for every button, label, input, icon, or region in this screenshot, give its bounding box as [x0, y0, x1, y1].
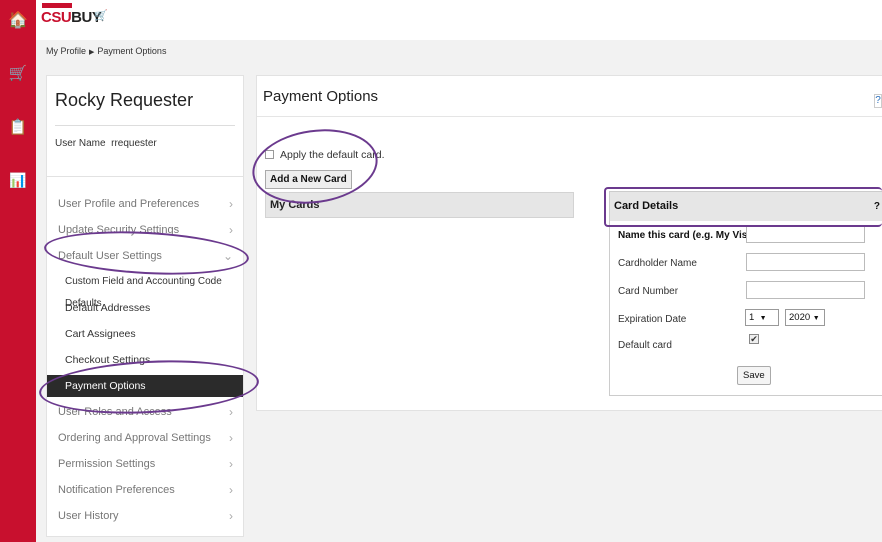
- breadcrumb-current: Payment Options: [97, 46, 167, 56]
- nav-ordering-approval[interactable]: Ordering and Approval Settings ›: [47, 427, 243, 449]
- chevron-right-icon: ›: [229, 197, 233, 211]
- help-icon[interactable]: ?: [874, 94, 882, 108]
- default-card-label: Default card: [618, 340, 672, 351]
- save-button[interactable]: Save: [737, 366, 771, 385]
- expiration-month-select[interactable]: 1 ▼: [745, 309, 779, 326]
- orders-icon[interactable]: 📋: [0, 118, 36, 136]
- divider: [55, 125, 235, 126]
- nav-custom-field-defaults[interactable]: Custom Field and Accounting Code Default…: [47, 271, 243, 309]
- nav-security-settings[interactable]: Update Security Settings ›: [47, 219, 243, 241]
- nav-user-roles[interactable]: User Roles and Access ›: [47, 401, 243, 423]
- my-cards-header: My Cards: [265, 192, 574, 218]
- username-label: User Name: [55, 138, 106, 149]
- card-nickname-input[interactable]: [746, 225, 865, 243]
- nav-default-user-settings[interactable]: Default User Settings ⌄: [47, 245, 243, 267]
- chevron-down-icon: ⌄: [222, 249, 233, 263]
- payment-options-panel: Payment Options ? Apply the default card…: [256, 75, 882, 411]
- nav-cart-assignees[interactable]: Cart Assignees: [47, 323, 243, 345]
- dropdown-arrow-icon: ▼: [812, 315, 820, 322]
- cardholder-name-label: Cardholder Name: [618, 258, 697, 269]
- add-new-card-button[interactable]: Add a New Card: [265, 170, 352, 189]
- profile-sidebar: Rocky Requester User Name rrequester Use…: [46, 75, 244, 537]
- card-number-input[interactable]: [746, 281, 865, 299]
- icon-rail: 🏠 🛒 📋 📊: [0, 0, 36, 542]
- expiration-year-select[interactable]: 2020 ▼: [785, 309, 825, 326]
- chevron-right-icon: ›: [229, 431, 233, 445]
- home-icon[interactable]: 🏠: [0, 10, 36, 30]
- reports-icon[interactable]: 📊: [0, 172, 36, 189]
- divider: [257, 116, 882, 117]
- nav-user-history[interactable]: User History ›: [47, 505, 243, 527]
- nav-user-profile[interactable]: User Profile and Preferences ›: [47, 193, 243, 215]
- chevron-right-icon: ›: [229, 223, 233, 237]
- nav-default-addresses[interactable]: Default Addresses: [47, 297, 243, 319]
- apply-default-card-row: Apply the default card.: [265, 149, 384, 161]
- help-icon[interactable]: ?: [874, 192, 880, 221]
- profile-name: Rocky Requester: [55, 90, 194, 110]
- page-title: Payment Options: [263, 88, 379, 105]
- default-card-checkbox[interactable]: ✔: [749, 334, 759, 344]
- apply-default-card-label: Apply the default card.: [280, 149, 385, 161]
- card-details-header: Card Details?: [610, 192, 882, 221]
- nav-checkout-settings[interactable]: Checkout Settings: [47, 349, 243, 371]
- username-row: User Name rrequester: [55, 138, 157, 149]
- chevron-right-icon: ›: [229, 483, 233, 497]
- logo-banner: [42, 3, 72, 8]
- expiration-date-label: Expiration Date: [618, 314, 687, 325]
- apply-default-card-checkbox[interactable]: [265, 150, 274, 159]
- nav-permission-settings[interactable]: Permission Settings ›: [47, 453, 243, 475]
- divider: [47, 176, 243, 177]
- app-logo[interactable]: CSUBUY: [41, 9, 102, 26]
- cardholder-name-input[interactable]: [746, 253, 865, 271]
- nav-notification-preferences[interactable]: Notification Preferences ›: [47, 479, 243, 501]
- nav-payment-options[interactable]: Payment Options: [47, 375, 243, 397]
- chevron-right-icon: ›: [229, 509, 233, 523]
- dropdown-arrow-icon: ▼: [759, 315, 767, 322]
- username-value: rrequester: [111, 138, 157, 149]
- logo-cart-icon: 🛒: [94, 10, 108, 22]
- breadcrumb-my-profile[interactable]: My Profile: [46, 46, 86, 56]
- chevron-right-icon: ›: [229, 457, 233, 471]
- breadcrumb-separator-icon: ▶: [89, 49, 95, 56]
- card-details-panel: Card Details? Name this card (e.g. My Vi…: [609, 191, 882, 396]
- chevron-right-icon: ›: [229, 405, 233, 419]
- cart-icon[interactable]: 🛒: [0, 64, 36, 82]
- header: CSUBUY 🛒: [36, 0, 882, 40]
- card-number-label: Card Number: [618, 286, 679, 297]
- breadcrumb: My Profile ▶ Payment Options: [46, 46, 166, 56]
- card-nickname-label: Name this card (e.g. My Visa): [618, 230, 757, 241]
